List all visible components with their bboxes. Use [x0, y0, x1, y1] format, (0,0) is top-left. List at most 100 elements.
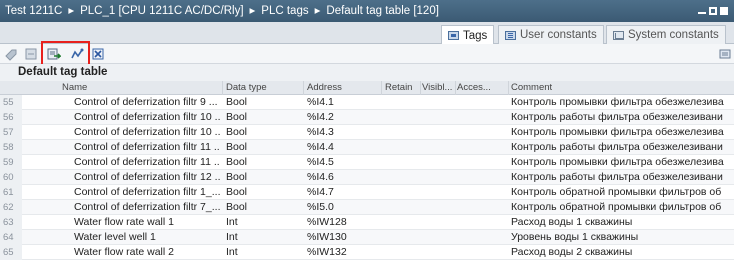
row-number: 57	[0, 125, 22, 140]
tag-data-type[interactable]: Int	[226, 215, 298, 230]
tag-data-type[interactable]: Int	[226, 230, 298, 245]
tag-address[interactable]: %IW130	[307, 230, 377, 245]
column-header-comment[interactable]: Comment	[511, 81, 552, 95]
tab-label: User constants	[520, 29, 597, 41]
row-number: 58	[0, 140, 22, 155]
column-header-name[interactable]: Name	[62, 81, 87, 95]
tag-name[interactable]: Control of deferrization filtr 11 ...	[74, 140, 220, 155]
tag-data-type[interactable]: Int	[226, 245, 298, 260]
table-row[interactable]: 64 Water level well 1 Int %IW130 Уровень…	[0, 230, 734, 245]
tag-comment[interactable]: Контроль обратной промывки фильтров об	[511, 200, 734, 215]
breadcrumb: Test 1211C ▸ PLC_1 [CPU 1211C AC/DC/Rly] ▸ P…	[0, 0, 734, 22]
tag-address[interactable]: %I4.5	[307, 155, 377, 170]
tag-data-type[interactable]: Bool	[226, 155, 298, 170]
tag-address[interactable]: %IW132	[307, 245, 377, 260]
tag-comment[interactable]: Контроль работы фильтра обезжелезивани	[511, 170, 734, 185]
breadcrumb-plc[interactable]: PLC_1 [CPU 1211C AC/DC/Rly]	[80, 5, 243, 17]
row-number: 63	[0, 215, 22, 230]
tag-comment[interactable]: Контроль работы фильтра обезжелезивани	[511, 140, 734, 155]
user-constants-icon	[505, 30, 516, 40]
table-row[interactable]: 59 Control of deferrization filtr 11 ...…	[0, 155, 734, 170]
column-header-visible[interactable]: Visibl...	[422, 81, 452, 95]
tag-comment[interactable]: Контроль промывки фильтра обезжелезива	[511, 155, 734, 170]
tag-name[interactable]: Control of deferrization filtr 10 ...	[74, 110, 220, 125]
tag-data-type[interactable]: Bool	[226, 140, 298, 155]
tag-data-type[interactable]: Bool	[226, 110, 298, 125]
column-header-accessible[interactable]: Acces...	[457, 81, 491, 95]
tab-label: Tags	[463, 29, 488, 42]
tag-name[interactable]: Control of deferrization filtr 10 ...	[74, 125, 220, 140]
tag-name[interactable]: Water flow rate wall 1	[74, 215, 220, 230]
row-number: 64	[0, 230, 22, 245]
tag-name[interactable]: Control of deferrization filtr 12 ...	[74, 170, 220, 185]
delete-icon[interactable]	[91, 47, 105, 61]
settings-icon[interactable]	[718, 47, 732, 61]
breadcrumb-separator: ▸	[68, 5, 75, 17]
tag-data-type[interactable]: Bool	[226, 185, 298, 200]
breadcrumb-separator: ▸	[249, 5, 256, 17]
add-row-icon[interactable]	[47, 47, 61, 61]
close-icon[interactable]	[720, 7, 728, 15]
table-row[interactable]: 56 Control of deferrization filtr 10 ...…	[0, 110, 734, 125]
tag-comment[interactable]: Контроль работы фильтра обезжелезивани	[511, 110, 734, 125]
breadcrumb-plc-tags[interactable]: PLC tags	[261, 5, 308, 17]
window-controls	[698, 0, 728, 22]
tag-address[interactable]: %I4.6	[307, 170, 377, 185]
tag-address[interactable]: %I4.4	[307, 140, 377, 155]
add-tag-icon[interactable]	[4, 47, 18, 61]
tag-comment[interactable]: Контроль обратной промывки фильтров об	[511, 185, 734, 200]
breadcrumb-separator: ▸	[314, 5, 321, 17]
table-row[interactable]: 57 Control of deferrization filtr 10 ...…	[0, 125, 734, 140]
row-number: 61	[0, 185, 22, 200]
tab-label: System constants	[628, 29, 719, 41]
tag-comment[interactable]: Расход воды 1 скважины	[511, 215, 734, 230]
maximize-icon[interactable]	[709, 7, 717, 15]
tag-comment[interactable]: Уровень воды 1 скважины	[511, 230, 734, 245]
table-row[interactable]: 62 Control of deferrization filtr 7_... …	[0, 200, 734, 215]
tag-address[interactable]: %I4.7	[307, 185, 377, 200]
system-constants-icon	[613, 30, 624, 40]
tags-icon	[448, 31, 459, 40]
toolbar	[0, 44, 734, 64]
tag-address[interactable]: %I4.1	[307, 95, 377, 110]
table-row[interactable]: 61 Control of deferrization filtr 1_... …	[0, 185, 734, 200]
tag-comment[interactable]: Контроль промывки фильтра обезжелезива	[511, 95, 734, 110]
table-row[interactable]: 60 Control of deferrization filtr 12 ...…	[0, 170, 734, 185]
column-header-address[interactable]: Address	[307, 81, 342, 95]
column-header-retain[interactable]: Retain	[385, 81, 412, 95]
tab-system-constants[interactable]: System constants	[606, 25, 726, 44]
tag-comment[interactable]: Расход воды 2 скважины	[511, 245, 734, 260]
tag-data-type[interactable]: Bool	[226, 170, 298, 185]
row-number: 60	[0, 170, 22, 185]
tab-tags[interactable]: Tags	[441, 25, 495, 45]
tag-address[interactable]: %I4.2	[307, 110, 377, 125]
column-header-data-type[interactable]: Data type	[226, 81, 267, 95]
table-row[interactable]: 55 Control of deferrization filtr 9 ... …	[0, 95, 734, 110]
table-row[interactable]: 65 Water flow rate wall 2 Int %IW132 Рас…	[0, 245, 734, 260]
row-number: 59	[0, 155, 22, 170]
tag-address[interactable]: %I4.3	[307, 125, 377, 140]
tag-data-type[interactable]: Bool	[226, 200, 298, 215]
tag-data-type[interactable]: Bool	[226, 125, 298, 140]
tag-name[interactable]: Control of deferrization filtr 11 ...	[74, 155, 220, 170]
tag-data-type[interactable]: Bool	[226, 95, 298, 110]
tab-bar: Tags User constants System constants	[0, 22, 734, 45]
table-header: Name Data type Address Retain Visibl... …	[0, 81, 734, 95]
table-row[interactable]: 63 Water flow rate wall 1 Int %IW128 Рас…	[0, 215, 734, 230]
tag-name[interactable]: Control of deferrization filtr 1_...	[74, 185, 220, 200]
breadcrumb-project[interactable]: Test 1211C	[5, 5, 62, 17]
tag-name[interactable]: Control of deferrization filtr 7_...	[74, 200, 220, 215]
tag-name[interactable]: Water flow rate wall 2	[74, 245, 220, 260]
tab-user-constants[interactable]: User constants	[498, 25, 604, 44]
tag-name[interactable]: Water level well 1	[74, 230, 220, 245]
insert-row-icon[interactable]	[24, 47, 38, 61]
tag-comment[interactable]: Контроль промывки фильтра обезжелезива	[511, 125, 734, 140]
tag-table: Name Data type Address Retain Visibl... …	[0, 81, 734, 260]
minimize-icon[interactable]	[698, 8, 706, 14]
breadcrumb-tag-table: Default tag table [120]	[326, 5, 439, 17]
monitor-icon[interactable]	[70, 47, 84, 61]
tag-address[interactable]: %IW128	[307, 215, 377, 230]
table-row[interactable]: 58 Control of deferrization filtr 11 ...…	[0, 140, 734, 155]
tag-address[interactable]: %I5.0	[307, 200, 377, 215]
tag-name[interactable]: Control of deferrization filtr 9 ...	[74, 95, 220, 110]
